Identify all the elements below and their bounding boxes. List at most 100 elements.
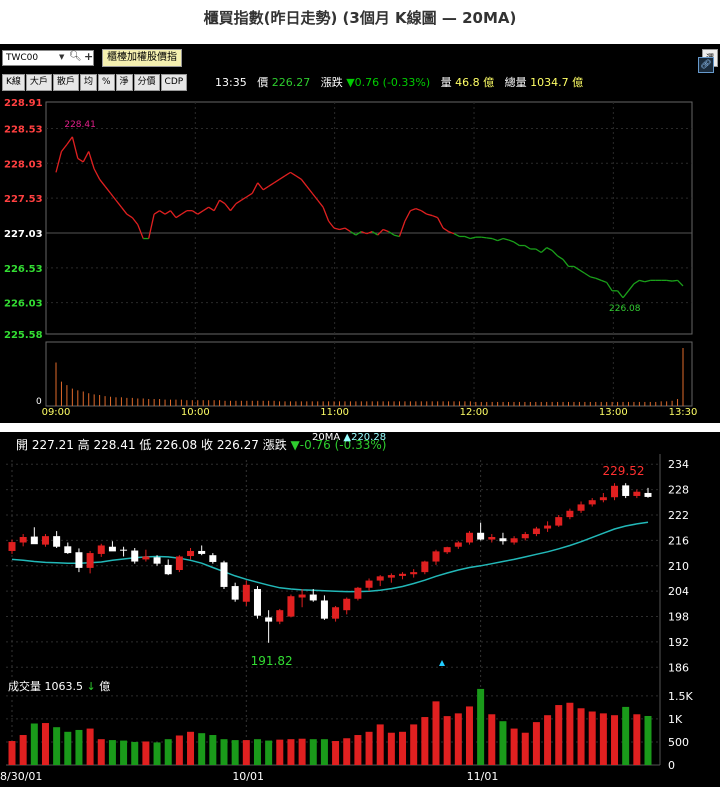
price-line-segment <box>77 157 84 163</box>
candle-body <box>622 485 630 496</box>
price-line-segment <box>120 206 128 215</box>
price-line-segment <box>497 237 504 242</box>
price-line-segment <box>491 237 498 242</box>
volume-bar <box>644 715 652 765</box>
candle-body <box>499 538 507 542</box>
volume-tick-label: 1.5K <box>668 690 693 703</box>
price-line-segment <box>344 227 351 233</box>
candle-body <box>220 562 228 587</box>
price-line-segment <box>404 210 411 222</box>
volume-bar <box>410 724 418 765</box>
price-line-segment <box>442 227 449 233</box>
candle-body <box>510 538 518 543</box>
volume-bar <box>566 702 574 765</box>
candle-body <box>376 576 384 581</box>
price-line-segment <box>115 199 122 208</box>
price-plot-frame <box>45 101 693 335</box>
candle-body <box>399 573 407 576</box>
volume-bar <box>521 732 529 765</box>
candle-body <box>332 607 340 619</box>
price-line-segment <box>453 233 460 238</box>
x-tick-label: 10/01 <box>232 770 264 783</box>
x-tick-label: 12:00 <box>460 407 489 418</box>
x-tick-label: 11:00 <box>320 407 349 418</box>
volume-tick-label: 1K <box>668 713 683 726</box>
candle-body <box>198 550 206 554</box>
volume-tick-label: 500 <box>668 736 689 749</box>
price-line-segment <box>415 207 422 212</box>
price-line-segment <box>546 247 553 251</box>
candle-body <box>187 550 195 557</box>
price-line-segment <box>284 171 291 177</box>
price-line-segment <box>595 277 602 281</box>
x-tick-label: 8/30/01 <box>0 770 42 783</box>
candle-body <box>454 542 462 547</box>
candle-body <box>153 557 161 564</box>
link-icon[interactable]: 🔗︎ <box>698 57 714 73</box>
volume-bar <box>175 735 183 765</box>
volume-bar <box>209 735 217 765</box>
price-line-segment <box>235 199 242 205</box>
volume-bar <box>577 708 585 765</box>
candle-body <box>30 536 38 545</box>
price-line-segment <box>639 279 645 283</box>
candle-body <box>41 536 49 545</box>
page-title: 櫃買指數(昨日走勢) (3個月 K線圖 — 20MA) <box>203 9 517 27</box>
candle-body <box>131 550 139 562</box>
price-line-segment <box>470 236 476 240</box>
price-line-segment <box>328 220 335 229</box>
candle-body <box>477 532 485 540</box>
max-price-label: 229.52 <box>603 464 645 478</box>
candle-body <box>242 584 250 602</box>
price-line-segment <box>672 279 678 282</box>
price-line-segment <box>513 241 520 247</box>
price-line-segment <box>584 272 591 278</box>
price-line-segment <box>464 235 471 240</box>
price-line-segment <box>551 249 559 257</box>
y-tick-label: 228.91 <box>4 98 43 109</box>
volume-bar <box>443 716 451 765</box>
price-line-segment <box>126 213 133 219</box>
candle-body <box>432 551 440 562</box>
volume-bar <box>633 714 641 765</box>
volume-bar <box>320 739 328 765</box>
candle-body <box>265 617 273 622</box>
price-line-segment <box>508 239 515 243</box>
volume-bar <box>287 739 295 765</box>
price-line-segment <box>322 206 330 222</box>
volume-bar <box>343 738 351 765</box>
price-line-segment <box>431 214 438 219</box>
price-line-segment <box>573 265 580 271</box>
price-line-segment <box>622 290 629 299</box>
price-line-segment <box>590 276 596 279</box>
candle-body <box>443 547 451 553</box>
candle-body <box>343 598 351 611</box>
price-line-segment <box>311 192 319 201</box>
candle-body <box>410 572 418 575</box>
volume-bar <box>97 739 105 765</box>
price-line-segment <box>60 144 68 152</box>
price-line-segment <box>175 213 182 219</box>
candle-body <box>231 586 239 600</box>
volume-bar <box>276 739 284 765</box>
price-line-segment <box>339 227 346 231</box>
candle-body <box>588 500 596 505</box>
volume-plot-frame <box>45 341 693 407</box>
volume-bar <box>309 739 317 765</box>
candle-body <box>276 610 284 622</box>
price-line-segment <box>290 171 297 177</box>
price-line-segment <box>398 220 406 237</box>
candle-body <box>64 546 72 554</box>
x-tick-label: 13:30 <box>669 407 698 418</box>
price-line-segment <box>208 206 215 212</box>
candle-body <box>555 517 563 526</box>
volume-bar <box>387 732 395 765</box>
candle-body <box>309 594 317 601</box>
price-line-segment <box>382 228 389 233</box>
intraday-chart: 228.91 228.53 228.03 227.53 227.03 226.53 226.… <box>4 98 698 418</box>
volume-bar <box>131 741 139 765</box>
price-line-segment <box>229 203 237 212</box>
price-line-segment <box>677 279 684 287</box>
price-line-segment <box>535 248 542 254</box>
volume-bar <box>399 731 407 765</box>
